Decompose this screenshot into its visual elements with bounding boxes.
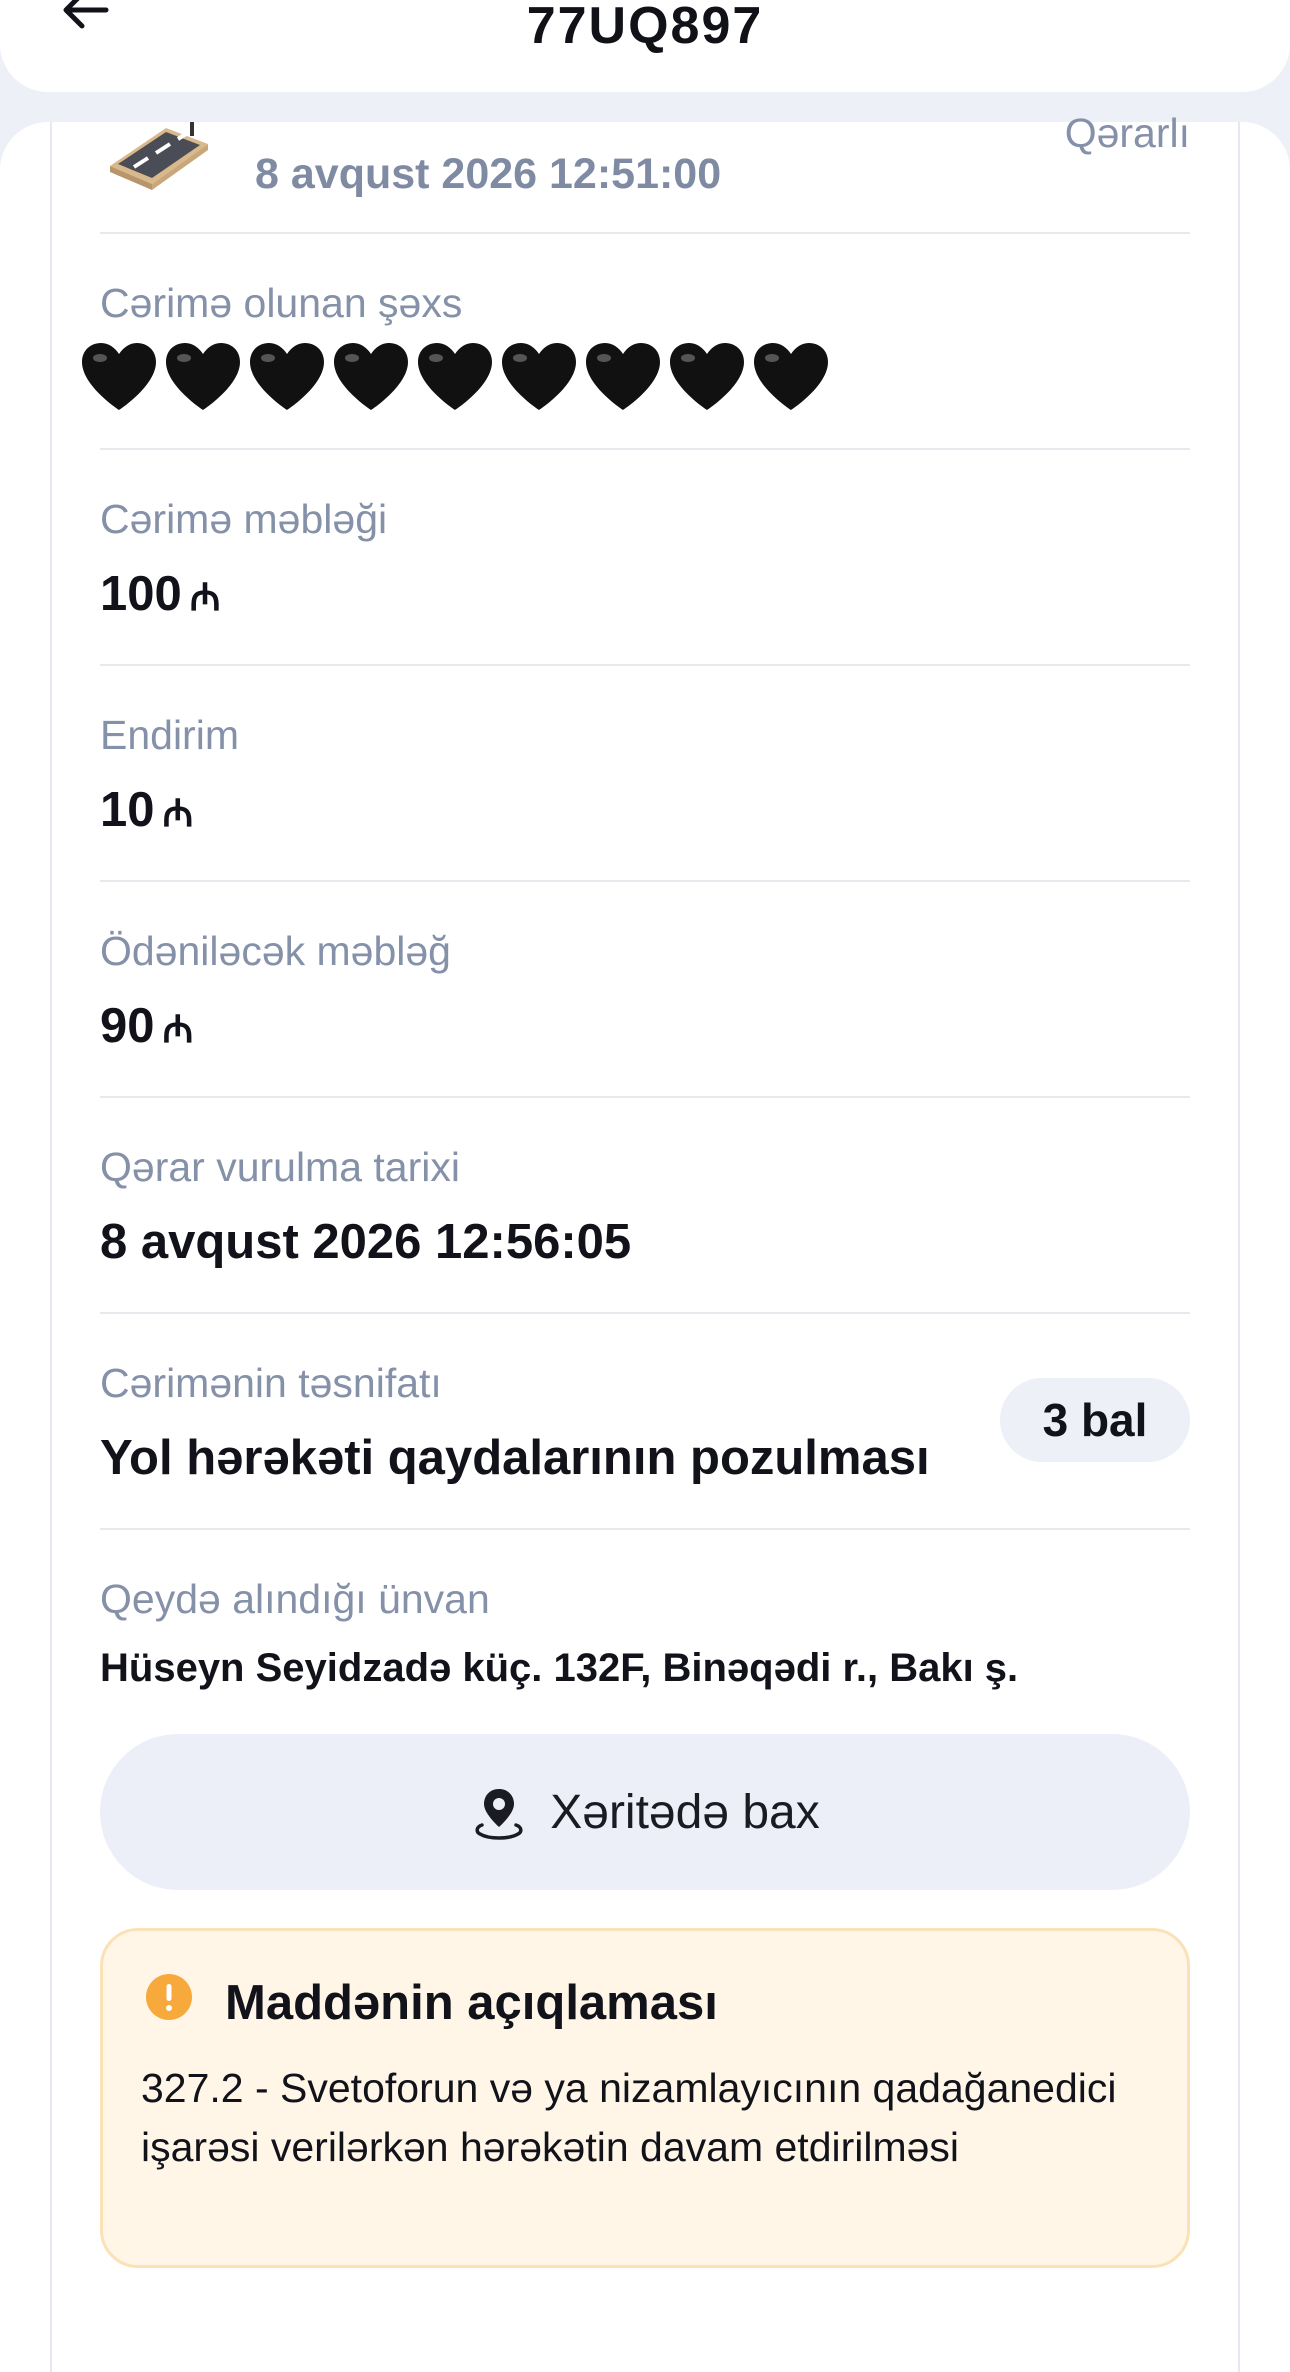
view-on-map-button[interactable]: Xəritədə bax <box>100 1734 1190 1890</box>
black-heart-icon <box>334 343 408 410</box>
discount-value: 10 ₼ <box>100 782 193 838</box>
fine-amount-number: 100 <box>100 567 182 621</box>
black-heart-icon <box>670 343 744 410</box>
black-heart-icon <box>82 343 156 410</box>
row-fined-person: Cərimə olunan şəxs <box>82 232 1190 450</box>
black-heart-icon <box>166 343 240 410</box>
view-on-map-label: Xəritədə bax <box>550 1785 820 1839</box>
row-payable-amount: Ödəniləcək məbləğ 90 ₼ <box>100 880 1190 1098</box>
payable-amount-value: 90 ₼ <box>100 998 193 1054</box>
manat-sign: ₼ <box>189 577 221 619</box>
manat-sign: ₼ <box>162 793 194 835</box>
classification-value: Yol hərəkəti qaydalarının pozulması <box>100 1431 930 1485</box>
article-text: 327.2 - Svetoforun və ya nizamlayıcının … <box>141 2065 1117 2170</box>
status-text: Qərarlı <box>1064 110 1190 156</box>
summary-row: 8 avqust 2026 12:51:00 Qərarlı <box>100 110 1190 232</box>
fine-amount-label: Cərimə məbləği <box>100 496 388 542</box>
black-heart-icon <box>586 343 660 410</box>
map-pin-icon <box>475 1789 523 1840</box>
payable-amount-label: Ödəniləcək məbləğ <box>100 928 451 974</box>
road-icon <box>110 122 208 190</box>
discount-label: Endirim <box>100 712 239 758</box>
address-label: Qeydə alındığı ünvan <box>100 1576 490 1622</box>
black-heart-icon <box>250 343 324 410</box>
article-explanation: Maddənin açıqlaması 327.2 - Svetoforun v… <box>100 1928 1190 2268</box>
decision-date-value: 8 avqust 2026 12:56:05 <box>100 1215 632 1269</box>
fine-amount-value: 100 ₼ <box>100 566 221 622</box>
page-title: 77UQ897 <box>526 0 764 55</box>
summary-date: 8 avqust 2026 12:51:00 <box>255 150 722 198</box>
row-discount: Endirim 10 ₼ <box>100 664 1190 882</box>
black-heart-icon <box>418 343 492 410</box>
fine-details-card: 8 avqust 2026 12:51:00 Qərarlı Cərimə ol… <box>0 110 1290 2372</box>
decision-date-label: Qərar vurulma tarixi <box>100 1144 460 1190</box>
fined-person-label: Cərimə olunan şəxs <box>100 280 463 326</box>
classification-label: Cərimənin təsnifatı <box>100 1360 442 1406</box>
warning-icon <box>146 1974 192 2020</box>
article-title: Maddənin açıqlaması <box>225 1976 718 2030</box>
address-value: Hüseyn Seyidzadə küç. 132F, Binəqədi r.,… <box>100 1646 1019 1690</box>
black-heart-icon <box>754 343 828 410</box>
manat-sign: ₼ <box>162 1009 194 1051</box>
top-header: 77UQ897 <box>0 0 1290 92</box>
masked-name <box>78 340 832 414</box>
payable-amount-number: 90 <box>100 999 155 1053</box>
discount-number: 10 <box>100 783 155 837</box>
row-classification: Cərimənin təsnifatı Yol hərəkəti qaydala… <box>100 1312 1190 1530</box>
points-badge: 3 bal <box>1000 1378 1190 1462</box>
row-address: Qeydə alındığı ünvan Hüseyn Seyidzadə kü… <box>100 1528 1190 1730</box>
black-heart-icon <box>502 343 576 410</box>
row-fine-amount: Cərimə məbləği 100 ₼ <box>100 448 1190 666</box>
row-decision-date: Qərar vurulma tarixi 8 avqust 2026 12:56… <box>100 1096 1190 1314</box>
